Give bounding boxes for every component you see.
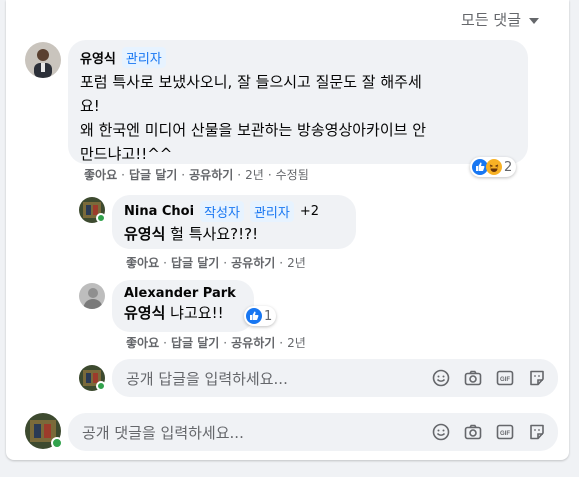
reply-author[interactable]: Alexander Park	[124, 286, 236, 301]
like-button[interactable]: 좋아요	[126, 254, 159, 271]
online-status-indicator	[51, 437, 63, 449]
reply-actions: 좋아요 · 답글 달기 · 공유하기 · 2년	[126, 254, 306, 271]
reply-actions: 좋아요 · 답글 달기 · 공유하기 · 2년	[126, 334, 306, 351]
camera-icon[interactable]	[464, 423, 482, 441]
admin-badge: 관리자	[121, 47, 166, 68]
comment-line: 요!	[80, 97, 100, 115]
reply-button[interactable]: 답글 달기	[129, 166, 177, 183]
emoji-icon[interactable]	[432, 423, 450, 441]
online-status-indicator	[96, 381, 106, 391]
reply-author[interactable]: Nina Choi	[124, 204, 194, 219]
gif-icon[interactable]: GIF	[496, 369, 514, 387]
comment-actions: 좋아요 · 답글 달기 · 공유하기 · 2년 · 수정됨	[84, 166, 309, 183]
comment-author[interactable]: 유영식	[80, 48, 116, 67]
caret-down-icon	[529, 17, 539, 24]
timestamp[interactable]: 2년	[287, 254, 306, 271]
reply-button[interactable]: 답글 달기	[171, 334, 219, 351]
reply-text: 유영식 냐고요!!	[124, 301, 242, 325]
edited-label: 수정됨	[275, 168, 309, 182]
comment-text: 포럼 특사로 보냈사오니, 잘 들으시고 질문도 잘 해주세 요! 왜 한국엔 …	[80, 70, 516, 166]
emoji-icon[interactable]	[432, 369, 450, 387]
share-button[interactable]: 공유하기	[189, 166, 233, 183]
svg-text:GIF: GIF	[500, 377, 510, 383]
avatar[interactable]	[79, 283, 105, 309]
mention-tag[interactable]: 유영식	[124, 304, 165, 322]
more-badges[interactable]: +2	[300, 204, 319, 219]
comments-panel: 모든 댓글 유영식 관리자 포럼 특사로 보냈사오니, 잘 들으시고 질문도 잘…	[6, 0, 569, 460]
reply-input-placeholder: 공개 답글을 입력하세요...	[126, 369, 288, 388]
reply-body: 냐고요!!	[165, 304, 224, 322]
sort-label: 모든 댓글	[461, 11, 521, 29]
reply-bubble: Alexander Park 유영식 냐고요!!	[112, 280, 254, 332]
sticker-icon[interactable]	[528, 423, 546, 441]
share-button[interactable]: 공유하기	[231, 334, 275, 351]
comment-input-placeholder: 공개 댓글을 입력하세요...	[82, 423, 244, 442]
reaction-summary[interactable]: 1	[244, 306, 277, 326]
avatar[interactable]	[25, 42, 61, 78]
reaction-count: 1	[264, 308, 273, 324]
comment-line: 만드냐고!!^^	[80, 145, 173, 163]
reaction-count: 2	[504, 159, 513, 175]
sort-dropdown[interactable]: 모든 댓글	[461, 9, 539, 30]
reply-body: 헐 특사요?!?!	[165, 225, 259, 243]
comment-line: 포럼 특사로 보냈사오니, 잘 들으시고 질문도 잘 해주세	[80, 73, 422, 91]
like-icon	[246, 308, 262, 324]
svg-text:GIF: GIF	[500, 431, 510, 437]
timestamp[interactable]: 2년	[287, 334, 306, 351]
author-badge: 작성자	[200, 201, 244, 222]
like-button[interactable]: 좋아요	[84, 166, 117, 183]
comment-line: 왜 한국엔 미디어 산물을 보관하는 방송영상아카이브 안	[80, 121, 427, 139]
like-button[interactable]: 좋아요	[126, 334, 159, 351]
reply-button[interactable]: 답글 달기	[171, 254, 219, 271]
mention-tag[interactable]: 유영식	[124, 225, 165, 243]
camera-icon[interactable]	[464, 369, 482, 387]
reaction-summary[interactable]: 2	[470, 157, 517, 177]
comment-input[interactable]: 공개 댓글을 입력하세요... GIF	[68, 413, 558, 451]
share-button[interactable]: 공유하기	[231, 254, 275, 271]
timestamp[interactable]: 2년	[245, 166, 264, 183]
comment-bubble: 유영식 관리자 포럼 특사로 보냈사오니, 잘 들으시고 질문도 잘 해주세 요…	[68, 40, 528, 164]
admin-badge: 관리자	[249, 201, 294, 222]
haha-icon	[486, 159, 502, 175]
gif-icon[interactable]: GIF	[496, 423, 514, 441]
reply-input[interactable]: 공개 답글을 입력하세요... GIF	[112, 359, 558, 397]
reply-text: 유영식 헐 특사요?!?!	[124, 222, 344, 246]
online-status-indicator	[96, 213, 106, 223]
reply-bubble: Nina Choi 작성자 관리자 +2 유영식 헐 특사요?!?!	[112, 195, 356, 249]
sticker-icon[interactable]	[528, 369, 546, 387]
